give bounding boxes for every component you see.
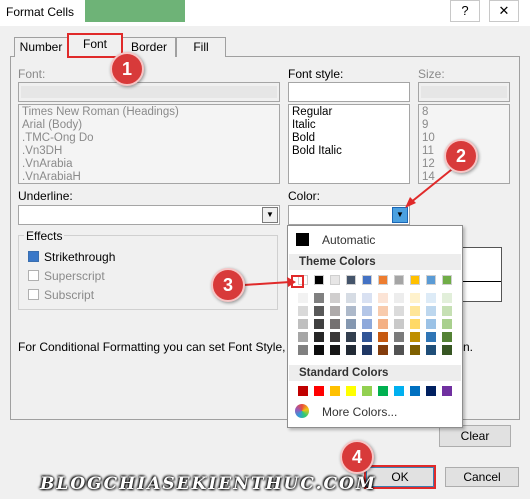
step-marker-2: 2 bbox=[444, 139, 478, 173]
arrow-3-line bbox=[243, 281, 291, 286]
annotation-arrows bbox=[243, 165, 457, 287]
step-marker-3: 3 bbox=[211, 268, 245, 302]
step-marker-1: 1 bbox=[110, 52, 144, 86]
step-marker-4: 4 bbox=[340, 440, 374, 474]
selected-swatch-highlight bbox=[291, 275, 304, 288]
arrow-2-line bbox=[409, 165, 457, 204]
